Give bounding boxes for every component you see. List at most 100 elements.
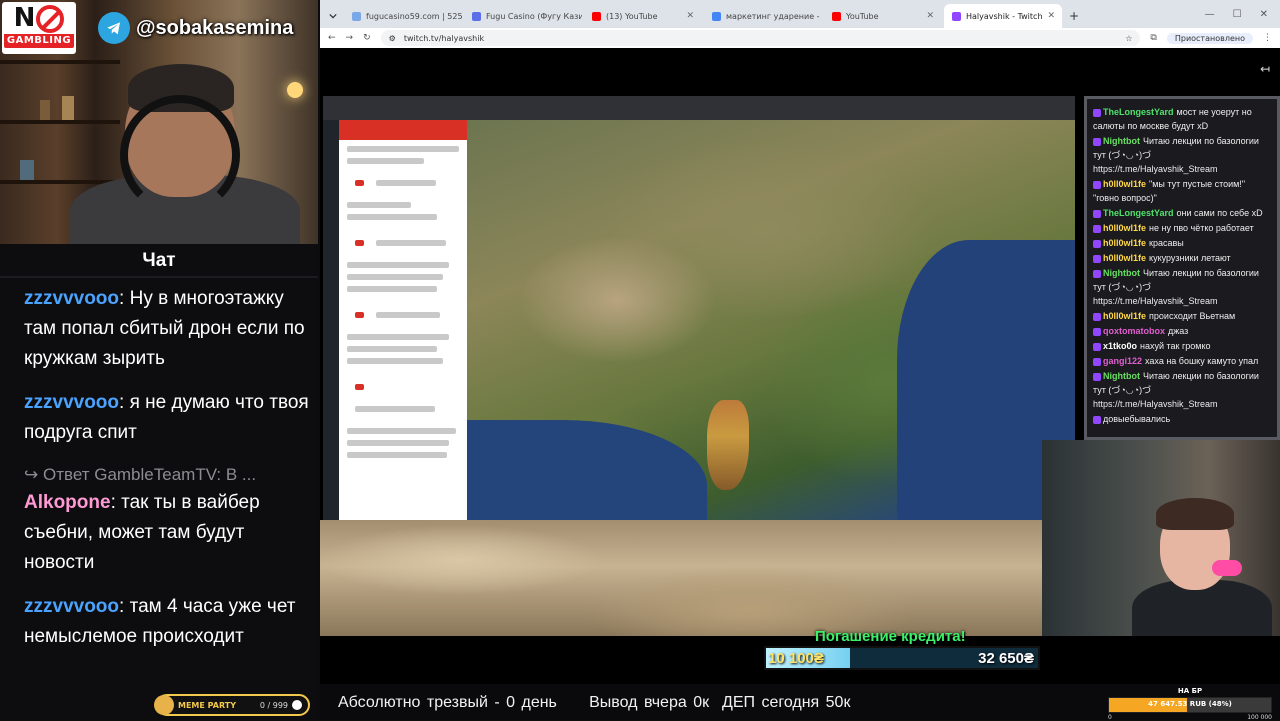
status-ticker: Абсолютно трезвый - 0 день Вывод вчера 0… (320, 684, 1280, 721)
forward-icon[interactable]: → (346, 33, 354, 43)
chat-badge-icon (1093, 342, 1101, 351)
inner-taskbar (323, 120, 339, 520)
google-icon (712, 11, 721, 21)
browser-tab[interactable]: fugucasino59.com | 525: SSL h✕ (344, 4, 462, 28)
telegram-handle: @sobakasemina (98, 12, 293, 44)
overlay-chat-username: h0ll0wl1fe (1103, 253, 1147, 263)
telegram-icon (98, 12, 130, 44)
twitch-icon (952, 11, 961, 21)
goal-progress-bar: 47 647.53 RUB (48%) (1108, 697, 1272, 713)
credit-target-value: 32 650₴ (978, 649, 1034, 667)
chat-badge-icon (1093, 357, 1101, 366)
tab-title: Halyavshik - Twitch (966, 11, 1043, 21)
browser-tab[interactable]: Fugu Casino (Фугу Казино) - р✕ (464, 4, 582, 28)
overlay-chat-message: Nightbot Читаю лекции по базологии тут (づ… (1093, 266, 1271, 308)
shared-screen-map (323, 96, 1075, 520)
chat-username[interactable]: zzzvvvooo (24, 288, 119, 309)
chat-badge-icon (1093, 180, 1101, 189)
map-panel-header (339, 120, 467, 140)
chat-message-list[interactable]: zzzvvvooo: Ну в многоэтажку там попал сб… (0, 278, 318, 652)
minimize-icon[interactable]: — (1205, 9, 1215, 20)
chat-message: zzzvvvooo: я не думаю что твоя подруга с… (24, 392, 309, 443)
meme-party-label: MEME PARTY (178, 700, 237, 710)
menu-icon[interactable]: ⋮ (1263, 33, 1272, 43)
overlay-chat-message: довыебывались (1093, 412, 1271, 426)
youtube-icon (832, 11, 841, 21)
tab-search-button[interactable] (324, 4, 342, 28)
tab-favicon (472, 11, 481, 21)
credit-goal-label: Погашение кредита! (815, 628, 966, 645)
doge-icon (154, 695, 174, 715)
meme-party-count: 0 / 999 (259, 700, 288, 710)
chat-username[interactable]: zzzvvvooo (24, 392, 119, 413)
extensions-icon[interactable]: ⧉ (1150, 33, 1156, 43)
overlay-chat-text: джаз (1168, 326, 1189, 336)
goal-widget: НА БР 47 647.53 RUB (48%) 0 100 000 (1108, 687, 1272, 721)
url-text: twitch.tv/halyavshik (403, 33, 485, 43)
browser-window: fugucasino59.com | 525: SSL h✕ Fugu Casi… (320, 0, 1280, 721)
back-icon[interactable]: ← (328, 33, 336, 43)
logo-mark: NON (2, 2, 76, 34)
overlay-chat-text: кукурузники летают (1149, 253, 1231, 263)
maximize-icon[interactable]: ☐ (1233, 9, 1242, 20)
chat-message: zzzvvvooo: Ну в многоэтажку там попал сб… (24, 288, 305, 369)
chat-badge-icon (1093, 108, 1101, 117)
tab-favicon (352, 11, 361, 21)
url-field[interactable]: ⚙ twitch.tv/halyavshik ☆ (380, 30, 1141, 46)
tab-title: fugucasino59.com | 525: SSL h (366, 11, 462, 21)
stream-overlay-chat: TheLongestYard мост не уоерут но салюты п… (1084, 96, 1280, 440)
youtube-icon (592, 11, 601, 21)
overlay-chat-username: h0ll0wl1fe (1103, 179, 1147, 189)
overlay-chat-text: происходит Вьетнам (1149, 311, 1236, 321)
tab-title: маркетинг ударение - Поиск с (726, 11, 822, 21)
credit-progress-bar: 10 100₴ 32 650₴ (764, 646, 1040, 670)
exit-theater-mode-icon[interactable]: ↤ (1260, 62, 1270, 76)
chat-badge-icon (1093, 224, 1101, 233)
stream-player[interactable]: ↤ Погашение кредита! 10 100₴ 32 650₴ The… (320, 48, 1280, 684)
overlay-chat-text: они сами по себе xD (1176, 208, 1263, 218)
new-tab-button[interactable]: + (1064, 4, 1084, 28)
site-info-icon[interactable]: ⚙ (389, 34, 396, 43)
close-window-icon[interactable]: ✕ (1260, 9, 1268, 20)
address-bar: ← → ↻ ⚙ twitch.tv/halyavshik ☆ ⧉ Приоста… (320, 28, 1280, 48)
chat-badge-icon (1093, 137, 1101, 146)
reload-icon[interactable]: ↻ (363, 33, 371, 43)
browser-tab[interactable]: (13) YouTube ✕ (584, 4, 702, 28)
telegram-handle-text: @sobakasemina (136, 16, 294, 39)
close-icon[interactable]: ✕ (686, 11, 694, 21)
overlay-chat-message: h0ll0wl1fe кукурузники летают (1093, 251, 1271, 265)
overlay-chat-text: красавы (1149, 238, 1184, 248)
goal-label: НА БР (1177, 687, 1203, 695)
credit-current-value: 10 100₴ (768, 649, 824, 667)
browser-tab-active[interactable]: Halyavshik - Twitch ✕ (944, 4, 1062, 28)
chat-badge-icon (1093, 269, 1101, 278)
overlay-chat-username: Nightbot (1103, 268, 1140, 278)
overlay-chat-username: TheLongestYard (1103, 107, 1174, 117)
overlay-chat-username: qoxtomatobox (1103, 326, 1165, 336)
overlay-chat-message: h0ll0wl1fe не ну пво чётко работает (1093, 221, 1271, 235)
chat-username[interactable]: zzzvvvooo (24, 596, 119, 617)
close-icon[interactable]: ✕ (1048, 11, 1056, 21)
chat-reply-reference[interactable]: ↪ Ответ GambleTeamTV: В ... (24, 462, 310, 488)
overlay-chat-text: нахуй так громко (1140, 341, 1211, 351)
tab-strip: fugucasino59.com | 525: SSL h✕ Fugu Casi… (320, 0, 1280, 28)
overlay-chat-text: хаха на бошку камуто упал (1145, 356, 1259, 366)
browser-tab[interactable]: YouTube ✕ (824, 4, 942, 28)
overlay-chat-username: gangi122 (1103, 356, 1143, 366)
no-gambling-logo: NON GAMBLING (2, 2, 76, 54)
reply-icon: ↪ (24, 465, 43, 484)
overlay-chat-message: gangi122 хаха на бошку камуто упал (1093, 354, 1271, 368)
chat-badge-icon (1093, 415, 1101, 424)
overlay-chat-username: h0ll0wl1fe (1103, 311, 1147, 321)
goal-value: 47 647.53 RUB (48%) (1148, 700, 1232, 708)
overlay-chat-message: h0ll0wl1fe происходит Вьетнам (1093, 309, 1271, 323)
profile-paused-button[interactable]: Приостановлено (1166, 32, 1253, 44)
overlay-chat-username: Nightbot (1103, 136, 1140, 146)
bookmark-star-icon[interactable]: ☆ (1125, 34, 1132, 43)
overlay-chat-message: TheLongestYard они сами по себе xD (1093, 206, 1271, 220)
chat-badge-icon (1093, 239, 1101, 248)
close-icon[interactable]: ✕ (926, 11, 934, 21)
chat-title: Чат (0, 244, 318, 278)
browser-tab[interactable]: маркетинг ударение - Поиск с✕ (704, 4, 822, 28)
chat-username[interactable]: Alkopone (24, 492, 111, 513)
